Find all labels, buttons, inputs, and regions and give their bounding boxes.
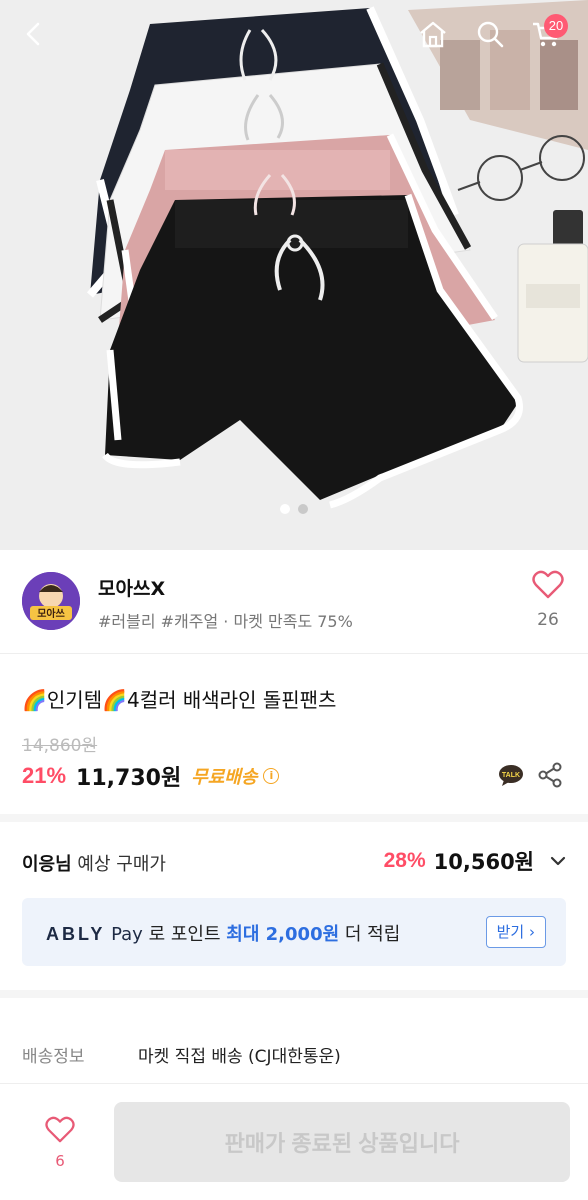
top-navigation-bar: 20 <box>0 0 588 70</box>
pay-highlight: 최대 2,000원 <box>226 924 340 945</box>
pay-text-1: 로 포인트 <box>148 924 221 945</box>
seller-tags: #러블리 #캐주얼 · 마켓 만족도 75% <box>98 612 353 631</box>
product-info-section: 🌈인기템🌈4컬러 배색라인 돌핀팬츠 14,860원 21% 11,730원 무… <box>0 654 588 822</box>
shipping-label: 배송정보 <box>22 1047 85 1067</box>
member-discount-rate: 28% <box>383 849 426 872</box>
receive-points-button[interactable]: 받기 › <box>485 916 546 948</box>
price-row: 21% 11,730원 무료배송 i <box>22 760 280 792</box>
product-title: 🌈인기템🌈4컬러 배색라인 돌핀팬츠 <box>22 688 337 712</box>
ably-pay-banner[interactable]: ABLY Pay 로 포인트 최대 2,000원 더 적립 받기 › <box>22 898 566 966</box>
member-price-label: 이응님 예상 구매가 <box>22 850 166 876</box>
search-icon <box>477 21 504 48</box>
sold-out-button[interactable]: 판매가 종료된 상품입니다 <box>114 1102 570 1182</box>
seller-logo: 모아쓰 <box>22 572 80 630</box>
gallery-pagination <box>0 504 588 514</box>
member-name: 이응님 <box>22 854 72 875</box>
share-button[interactable] <box>538 762 562 788</box>
svg-text:TALK: TALK <box>502 772 520 779</box>
seller-like-button[interactable]: 26 <box>520 570 576 630</box>
pay-text-2: 더 적립 <box>344 924 401 945</box>
sale-price: 11,730원 <box>76 766 182 791</box>
cart-count-badge: 20 <box>544 14 568 38</box>
back-button[interactable] <box>12 12 56 56</box>
svg-text:모아쓰: 모아쓰 <box>37 607 65 620</box>
heart-outline-icon <box>45 1116 75 1143</box>
bottom-action-bar: 6 판매가 종료된 상품입니다 <box>0 1090 588 1200</box>
home-button[interactable] <box>411 12 455 56</box>
heart-outline-icon <box>532 570 564 599</box>
member-price-caption: 예상 구매가 <box>77 854 166 875</box>
share-icon <box>538 762 562 788</box>
chevron-left-icon <box>26 22 40 46</box>
member-price-section: 이응님 예상 구매가 28% 10,560원 ABLY Pay 로 포인트 최대… <box>0 822 588 998</box>
ably-pay-text: ABLY Pay 로 포인트 최대 2,000원 더 적립 <box>46 920 400 946</box>
free-shipping-badge: 무료배송 <box>191 767 258 788</box>
member-price: 10,560원 <box>433 850 534 874</box>
info-icon[interactable]: i <box>263 768 280 784</box>
product-photo <box>0 0 588 550</box>
bottom-like-count: 6 <box>55 1152 65 1170</box>
chevron-down-icon <box>550 856 566 866</box>
bottom-like-button[interactable]: 6 <box>30 1116 90 1170</box>
kakao-talk-button[interactable]: TALK <box>498 764 524 786</box>
pagination-dot-active[interactable] <box>280 504 290 514</box>
seller-avatar[interactable]: 모아쓰 <box>22 572 80 630</box>
seller-section: 모아쓰 모아쓰X #러블리 #캐주얼 · 마켓 만족도 75% 26 <box>0 550 588 654</box>
discount-rate: 21% <box>22 763 67 788</box>
home-icon <box>420 21 446 48</box>
seller-name[interactable]: 모아쓰X <box>98 574 165 601</box>
member-price-dropdown[interactable]: 28% 10,560원 <box>384 846 566 876</box>
search-button[interactable] <box>468 12 512 56</box>
ably-logo: ABLY <box>46 924 106 944</box>
pagination-dot[interactable] <box>298 504 308 514</box>
shipping-info-section: 배송정보 마켓 직접 배송 (CJ대한통운) <box>0 998 588 1084</box>
original-price: 14,860원 <box>22 736 98 756</box>
seller-like-count: 26 <box>537 610 559 630</box>
cart-button[interactable]: 20 <box>524 12 568 56</box>
product-image-gallery[interactable]: 20 <box>0 0 588 550</box>
talk-bubble-icon: TALK <box>499 765 523 786</box>
pay-label: Pay <box>111 924 143 945</box>
shipping-value: 마켓 직접 배송 (CJ대한통운) <box>138 1047 341 1067</box>
